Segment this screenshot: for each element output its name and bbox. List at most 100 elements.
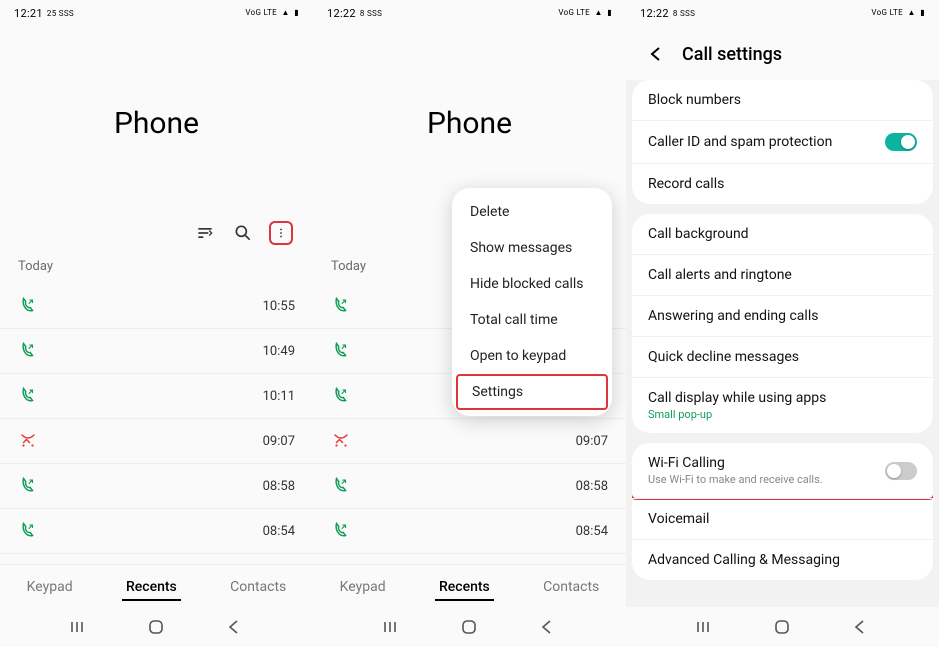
nav-bar [626,607,939,647]
settings-row-label: Call display while using apps [648,390,826,406]
nav-bar [0,607,313,647]
toolbar [0,221,313,255]
call-row[interactable]: 08:54 [313,509,626,554]
outgoing-call-icon [331,521,351,541]
settings-row-label: Wi-Fi Calling [648,455,823,471]
settings-row-label: Voicemail [648,511,709,527]
call-time: 08:58 [263,479,295,494]
call-time: 10:55 [263,299,295,314]
settings-row-answering-and-ending-calls[interactable]: Answering and ending calls [632,295,933,336]
nav-recent-icon[interactable] [695,617,715,637]
more-icon[interactable] [269,221,293,245]
call-time: 08:54 [576,524,608,539]
menu-item-show-messages[interactable]: Show messages [452,230,612,266]
call-time: 10:49 [263,344,295,359]
outgoing-call-icon [331,476,351,496]
call-row[interactable]: 09:07 [0,419,313,464]
screen-phone-recents: 12:21 25 SSS VoG LTE ▲ ▮ Phone Today 10:… [0,0,313,647]
menu-item-hide-blocked-calls[interactable]: Hide blocked calls [452,266,612,302]
screen-phone-menu: 12:22 8 SSS VoG LTE ▲ ▮ Phone . Today 09… [313,0,626,647]
tab-keypad[interactable]: Keypad [336,575,390,601]
nav-back-icon[interactable] [850,617,870,637]
status-bar: 12:22 8 SSS VoG LTE ▲ ▮ [313,0,626,26]
call-time: 10:11 [263,389,295,404]
settings-row-label: Caller ID and spam protection [648,134,832,150]
call-row[interactable]: 08:31 [0,554,313,564]
tab-keypad[interactable]: Keypad [23,575,77,601]
call-row[interactable]: 10:11 [0,374,313,419]
call-list: 10:55 10:49 10:11 09:07 08:58 08:54 08:31 [0,284,313,564]
nav-home-icon[interactable] [772,617,792,637]
status-left-extra: 25 SSS [47,9,74,18]
settings-row-label: Call alerts and ringtone [648,267,792,283]
status-left-extra: 8 SSS [360,9,382,18]
outgoing-call-icon [331,296,351,316]
status-bar: 12:21 25 SSS VoG LTE ▲ ▮ [0,0,313,26]
settings-row-caller-id-and-spam-protection[interactable]: Caller ID and spam protection [632,120,933,163]
settings-row-voicemail[interactable]: Voicemail [632,498,933,539]
menu-item-delete[interactable]: Delete [452,194,612,230]
call-time: 08:58 [576,479,608,494]
nav-back-icon[interactable] [537,617,557,637]
missed-call-icon [331,431,351,451]
settings-header: Call settings [626,26,939,80]
nav-home-icon[interactable] [459,617,479,637]
nav-recent-icon[interactable] [69,617,89,637]
call-row[interactable]: 10:49 [0,329,313,374]
settings-body: Block numbers Caller ID and spam protecti… [626,80,939,607]
nav-bar [313,607,626,647]
settings-row-record-calls[interactable]: Record calls [632,163,933,204]
back-icon[interactable] [644,42,668,66]
status-right: VoG LTE ▲ ▮ [558,9,612,17]
settings-row-label: Answering and ending calls [648,308,818,324]
call-row[interactable]: 09:07 [313,419,626,464]
call-time: 08:54 [263,524,295,539]
status-time: 12:21 [14,7,43,20]
settings-row-call-background[interactable]: Call background [632,214,933,254]
settings-row-call-display-while-using-apps[interactable]: Call display while using appsSmall pop-u… [632,377,933,433]
call-time: 09:07 [576,434,608,449]
tab-contacts[interactable]: Contacts [226,575,290,601]
outgoing-call-icon [18,386,38,406]
settings-group-1: Block numbers Caller ID and spam protecti… [632,80,933,204]
call-row[interactable]: 08:54 [0,509,313,554]
tab-recents[interactable]: Recents [122,575,181,601]
search-icon[interactable] [231,221,255,245]
settings-row-call-alerts-and-ringtone[interactable]: Call alerts and ringtone [632,254,933,295]
call-row[interactable]: 08:31 [313,554,626,564]
settings-row-sub: Use Wi-Fi to make and receive calls. [648,473,823,486]
outgoing-call-icon [18,341,38,361]
settings-row-wi-fi-calling[interactable]: Wi-Fi Calling Use Wi-Fi to make and recei… [632,443,933,500]
nav-recent-icon[interactable] [382,617,402,637]
settings-row-label: Advanced Calling & Messaging [648,552,840,568]
outgoing-call-icon [331,341,351,361]
bottom-tabs: Keypad Recents Contacts [0,564,313,607]
settings-row-label: Record calls [648,176,724,192]
menu-item-open-to-keypad[interactable]: Open to keypad [452,338,612,374]
screen-call-settings: 12:22 8 SSS VoG LTE ▲ ▮ Call settings Bl… [626,0,939,647]
call-row[interactable]: 08:58 [0,464,313,509]
settings-row-block-numbers[interactable]: Block numbers [632,80,933,120]
nav-back-icon[interactable] [224,617,244,637]
settings-row-quick-decline-messages[interactable]: Quick decline messages [632,336,933,377]
settings-group-3: Wi-Fi Calling Use Wi-Fi to make and recei… [632,443,933,580]
nav-home-icon[interactable] [146,617,166,637]
toggle[interactable] [885,462,917,480]
settings-row-label: Quick decline messages [648,349,799,365]
menu-item-settings[interactable]: Settings [456,374,608,410]
tab-recents[interactable]: Recents [435,575,494,601]
call-time: 09:07 [263,434,295,449]
page-title: Phone [0,106,313,141]
status-bar: 12:22 8 SSS VoG LTE ▲ ▮ [626,0,939,26]
outgoing-call-icon [18,476,38,496]
call-row[interactable]: 10:55 [0,284,313,329]
call-row[interactable]: 08:58 [313,464,626,509]
toggle[interactable] [885,133,917,151]
status-right: VoG LTE ▲ ▮ [871,9,925,17]
tab-contacts[interactable]: Contacts [539,575,603,601]
bottom-tabs: Keypad Recents Contacts [313,564,626,607]
filter-icon[interactable] [193,221,217,245]
settings-row-advanced-calling-messaging[interactable]: Advanced Calling & Messaging [632,539,933,580]
status-time: 12:22 [327,7,356,20]
menu-item-total-call-time[interactable]: Total call time [452,302,612,338]
